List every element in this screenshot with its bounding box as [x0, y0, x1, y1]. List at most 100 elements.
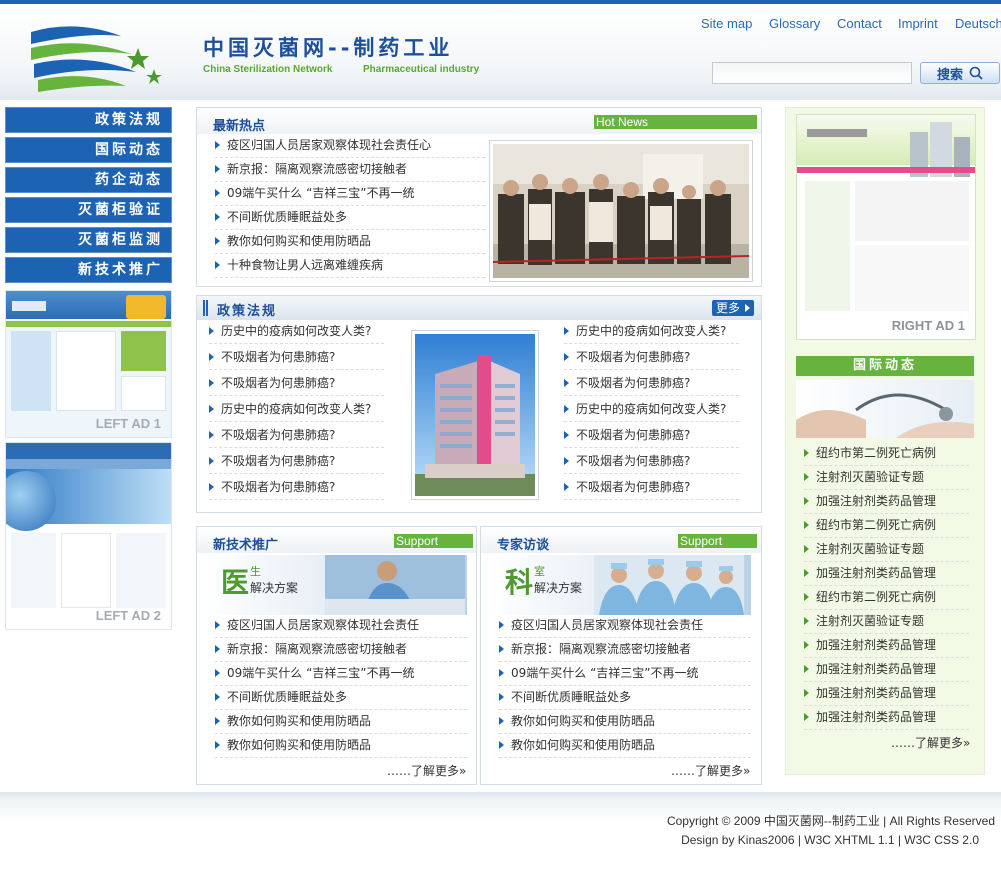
policy-item[interactable]: 不吸烟者为何患肺癌?	[564, 372, 739, 396]
new-tech-item[interactable]: 教你如何购买和使用防晒品	[215, 734, 467, 758]
expert-item[interactable]: 新京报：隔离观察流感密切接触者	[499, 638, 751, 662]
medical-team-photo-icon	[594, 555, 744, 615]
search-input[interactable]	[712, 62, 912, 84]
policy-item[interactable]: 不吸烟者为何患肺癌?	[209, 372, 384, 396]
search-icon	[969, 66, 983, 80]
stethoscope-photo-icon	[796, 393, 974, 438]
new-tech-panel: 新技术推广 Support 医 生 解决方案 疫区归国人员居家观察体现社会责任 …	[196, 526, 477, 785]
right-column: RIGHT AD 1 国际动态 纽约市第二例死亡病例 注射剂灭菌验证专题 加强注…	[785, 107, 985, 775]
doctor-photo-icon	[325, 555, 465, 615]
intl-item[interactable]: 加强注射剂类药品管理	[804, 634, 969, 658]
hot-news-badge: Hot News	[594, 115, 757, 129]
hot-news-panel: 最新热点 Hot News 疫区归国人员居家观察体现社会责任心 新京报：隔离观察…	[196, 107, 762, 287]
new-tech-item[interactable]: 不间断优质睡眠益处多	[215, 686, 467, 710]
nav-pharma-news[interactable]: 药企动态	[5, 167, 172, 193]
expert-title: 专家访谈	[497, 538, 550, 553]
expert-item[interactable]: 教你如何购买和使用防晒品	[499, 734, 751, 758]
intl-item[interactable]: 加强注射剂类药品管理	[804, 706, 969, 730]
new-tech-more-link[interactable]: ……了解更多»	[387, 762, 466, 779]
policy-item[interactable]: 不吸烟者为何患肺癌?	[564, 346, 739, 370]
policy-image[interactable]	[411, 330, 539, 500]
logo-subtitle-industry: Pharmaceutical industry	[363, 64, 480, 75]
policy-title: 政策法规	[217, 304, 278, 319]
hospital-crowd-photo-icon	[492, 144, 750, 278]
policy-item[interactable]: 历史中的疫病如何改变人类?	[564, 398, 739, 422]
policy-item[interactable]: 不吸烟者为何患肺癌?	[209, 476, 384, 500]
policy-item[interactable]: 不吸烟者为何患肺癌?	[564, 450, 739, 474]
new-tech-banner[interactable]: 医 生 解决方案	[205, 555, 467, 615]
left-ad-1-label: LEFT AD 1	[95, 416, 161, 431]
nav-international[interactable]: 国际动态	[5, 137, 172, 163]
policy-item[interactable]: 不吸烟者为何患肺癌?	[564, 424, 739, 448]
left-ad-2[interactable]: LEFT AD 2	[5, 442, 172, 630]
glossary-link[interactable]: Glossary	[769, 16, 820, 31]
intl-more-link[interactable]: ……了解更多»	[891, 734, 970, 751]
right-ad-1-label: RIGHT AD 1	[891, 318, 965, 333]
left-ad-2-label: LEFT AD 2	[95, 608, 161, 623]
hot-news-item[interactable]: 新京报：隔离观察流感密切接触者	[215, 158, 485, 182]
policy-more-button[interactable]: 更多	[712, 300, 754, 316]
expert-banner[interactable]: 科 室 解决方案	[489, 555, 751, 615]
intl-item[interactable]: 加强注射剂类药品管理	[804, 658, 969, 682]
intl-banner[interactable]	[796, 380, 974, 438]
nav-sterilizer-validation[interactable]: 灭菌柜验证	[5, 197, 172, 223]
expert-item[interactable]: 不间断优质睡眠益处多	[499, 686, 751, 710]
nav-new-tech[interactable]: 新技术推广	[5, 257, 172, 283]
intl-item[interactable]: 加强注射剂类药品管理	[804, 490, 969, 514]
policy-item[interactable]: 不吸烟者为何患肺癌?	[564, 476, 739, 500]
site-footer: Copyright © 2009 中国灭菌网--制药工业 | All Right…	[0, 792, 1001, 880]
policy-item[interactable]: 不吸烟者为何患肺癌?	[209, 424, 384, 448]
intl-item[interactable]: 加强注射剂类药品管理	[804, 562, 969, 586]
expert-item[interactable]: 09端午买什么 “吉祥三宝”不再一统	[499, 662, 751, 686]
intl-item[interactable]: 加强注射剂类药品管理	[804, 682, 969, 706]
intl-item[interactable]: 纽约市第二例死亡病例	[804, 514, 969, 538]
hot-news-item[interactable]: 教你如何购买和使用防晒品	[215, 230, 485, 254]
nav-policy[interactable]: 政策法规	[5, 107, 172, 133]
policy-item[interactable]: 不吸烟者为何患肺癌?	[209, 450, 384, 474]
search-button[interactable]: 搜索	[920, 62, 1000, 84]
imprint-link[interactable]: Imprint	[898, 16, 938, 31]
arrow-right-icon	[745, 304, 750, 312]
policy-panel: 政策法规 更多 历史中的疫病如何改变人类? 不吸烟者为何患肺癌? 不吸烟者为何患…	[196, 295, 762, 513]
intl-item[interactable]: 纽约市第二例死亡病例	[804, 442, 969, 466]
hot-news-image[interactable]	[489, 140, 753, 282]
left-ad-1[interactable]: LEFT AD 1	[5, 290, 172, 438]
new-tech-title: 新技术推广	[213, 538, 279, 553]
hospital-building-photo-icon	[415, 334, 535, 496]
logo-subtitle-en: China Sterilization Network	[203, 64, 333, 75]
site-logo-icon[interactable]	[26, 14, 166, 94]
new-tech-item[interactable]: 新京报：隔离观察流感密切接触者	[215, 638, 467, 662]
new-tech-item[interactable]: 09端午买什么 “吉祥三宝”不再一统	[215, 662, 467, 686]
policy-item[interactable]: 历史中的疫病如何改变人类?	[209, 398, 384, 422]
new-tech-item[interactable]: 疫区归国人员居家观察体现社会责任	[215, 614, 467, 638]
right-ad-1[interactable]: RIGHT AD 1	[796, 114, 976, 340]
hot-news-item[interactable]: 不间断优质睡眠益处多	[215, 206, 485, 230]
new-tech-badge: Support	[394, 534, 473, 548]
policy-item[interactable]: 历史中的疫病如何改变人类?	[564, 320, 739, 344]
expert-item[interactable]: 教你如何购买和使用防晒品	[499, 710, 751, 734]
search-button-label: 搜索	[936, 67, 963, 83]
copyright-text: Copyright © 2009 中国灭菌网--制药工业 | All Right…	[666, 814, 995, 828]
intl-item[interactable]: 纽约市第二例死亡病例	[804, 586, 969, 610]
policy-item[interactable]: 不吸烟者为何患肺癌?	[209, 346, 384, 370]
design-credits: Design by Kinas2006 | W3C XHTML 1.1 | W3…	[681, 833, 979, 847]
intl-item[interactable]: 注射剂灭菌验证专题	[804, 538, 969, 562]
deutsch-link[interactable]: Deutsch	[955, 16, 1001, 31]
contact-link[interactable]: Contact	[837, 16, 882, 31]
intl-item[interactable]: 注射剂灭菌验证专题	[804, 466, 969, 490]
sitemap-link[interactable]: Site map	[701, 16, 752, 31]
new-tech-item[interactable]: 教你如何购买和使用防晒品	[215, 710, 467, 734]
site-header: 中国灭菌网--制药工业 China Sterilization Network …	[0, 0, 1001, 100]
hot-news-item[interactable]: 疫区归国人员居家观察体现社会责任心	[215, 134, 485, 158]
expert-panel: 专家访谈 Support 科 室 解决方案 疫区归国人员居家观察体现社会责任 新…	[480, 526, 762, 785]
policy-item[interactable]: 历史中的疫病如何改变人类?	[209, 320, 384, 344]
expert-item[interactable]: 疫区归国人员居家观察体现社会责任	[499, 614, 751, 638]
logo-title: 中国灭菌网--制药工业	[203, 36, 454, 60]
expert-more-link[interactable]: ……了解更多»	[671, 762, 750, 779]
hot-news-item[interactable]: 十种食物让男人远离难缠疾病	[215, 254, 485, 278]
intl-item[interactable]: 注射剂灭菌验证专题	[804, 610, 969, 634]
nav-sterilizer-monitoring[interactable]: 灭菌柜监测	[5, 227, 172, 253]
expert-badge: Support	[678, 534, 757, 548]
hot-news-item[interactable]: 09端午买什么 “吉祥三宝”不再一统	[215, 182, 485, 206]
hot-news-title: 最新热点	[213, 119, 266, 134]
